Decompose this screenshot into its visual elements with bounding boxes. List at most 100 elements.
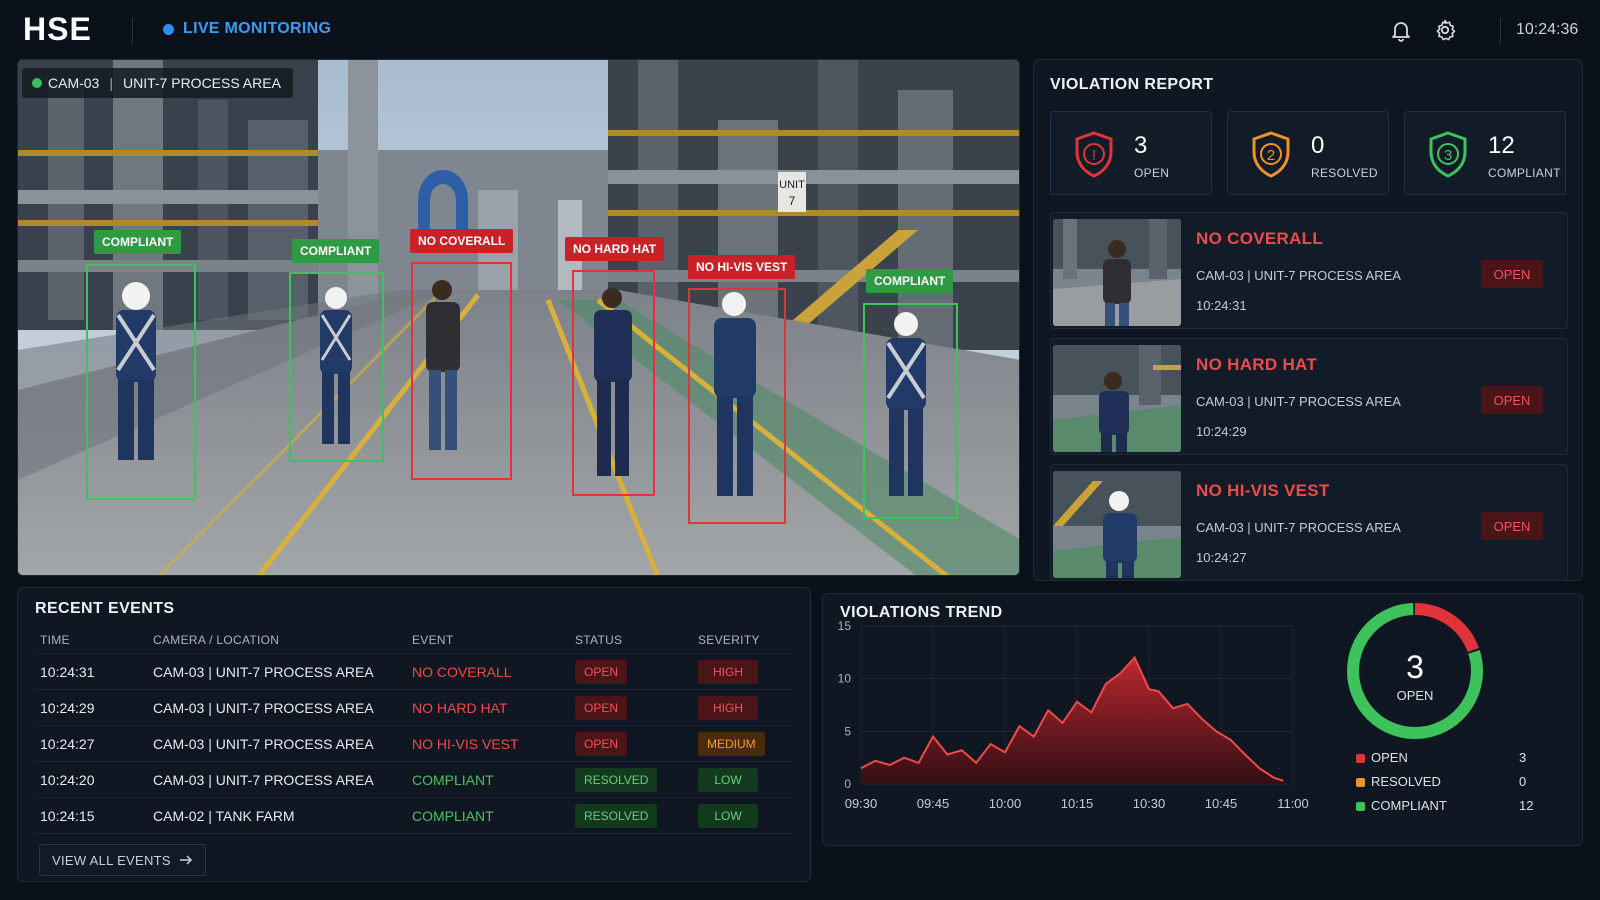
camera-online-dot-icon bbox=[32, 78, 42, 88]
x-tick-label: 10:30 bbox=[1133, 796, 1166, 811]
column-header: TIME bbox=[40, 632, 70, 647]
status-badge[interactable]: OPEN bbox=[1481, 386, 1543, 414]
table-row[interactable]: 10:24:20 CAM-03 | UNIT-7 PROCESS AREA CO… bbox=[35, 762, 795, 798]
violation-item[interactable]: NO HI-VIS VEST CAM-03 | UNIT-7 PROCESS A… bbox=[1050, 464, 1568, 581]
detection-box-no-hard-hat[interactable] bbox=[572, 270, 655, 496]
shield-resolved-icon: 2 bbox=[1252, 131, 1290, 178]
table-row[interactable]: 10:24:27 CAM-03 | UNIT-7 PROCESS AREA NO… bbox=[35, 726, 795, 762]
shield-compliant-icon: 3 bbox=[1429, 131, 1467, 178]
violation-location: CAM-03 | UNIT-7 PROCESS AREA bbox=[1196, 268, 1401, 283]
status-badge: OPEN bbox=[575, 695, 628, 720]
x-tick-label: 10:15 bbox=[1061, 796, 1094, 811]
event-type: COMPLIANT bbox=[412, 807, 494, 824]
violation-title: NO HARD HAT bbox=[1196, 355, 1318, 374]
detection-box-compliant[interactable] bbox=[289, 272, 384, 462]
violation-item[interactable]: NO HARD HAT CAM-03 | UNIT-7 PROCESS AREA… bbox=[1050, 338, 1568, 455]
stat-value: 12 bbox=[1488, 132, 1515, 159]
violation-time: 10:24:31 bbox=[1196, 298, 1247, 313]
violation-time: 10:24:27 bbox=[1196, 550, 1247, 565]
table-row[interactable]: 10:24:31 CAM-03 | UNIT-7 PROCESS AREA NO… bbox=[35, 654, 795, 690]
top-header: HSE LIVE MONITORING 10:24:36 bbox=[0, 0, 1600, 58]
y-tick-label: 10 bbox=[838, 672, 852, 686]
legend-swatch bbox=[1356, 754, 1365, 763]
column-header: CAMERA / LOCATION bbox=[153, 632, 280, 647]
legend-swatch bbox=[1356, 778, 1365, 787]
legend-value: 3 bbox=[1519, 750, 1527, 765]
stat-compliant[interactable]: 3 12 COMPLIANT bbox=[1404, 111, 1566, 195]
bell-icon[interactable] bbox=[1389, 18, 1413, 42]
x-tick-label: 10:00 bbox=[989, 796, 1022, 811]
stat-label: COMPLIANT bbox=[1488, 166, 1561, 180]
stat-resolved[interactable]: 2 0 RESOLVED bbox=[1227, 111, 1389, 195]
detection-tag: NO HI-VIS VEST bbox=[688, 255, 796, 279]
violation-location: CAM-03 | UNIT-7 PROCESS AREA bbox=[1196, 520, 1401, 535]
status-badge[interactable]: OPEN bbox=[1481, 260, 1543, 288]
live-monitoring-indicator: LIVE MONITORING bbox=[163, 20, 331, 38]
status-badge: OPEN bbox=[575, 659, 628, 684]
violation-time: 10:24:29 bbox=[1196, 424, 1247, 439]
event-time: 10:24:20 bbox=[40, 771, 95, 788]
severity-badge: HIGH bbox=[698, 659, 758, 684]
event-type: NO HI-VIS VEST bbox=[412, 735, 519, 752]
event-time: 10:24:29 bbox=[40, 699, 95, 716]
violation-location: CAM-03 | UNIT-7 PROCESS AREA bbox=[1196, 394, 1401, 409]
stat-label: RESOLVED bbox=[1311, 166, 1378, 180]
violation-thumbnail bbox=[1053, 471, 1181, 578]
detection-box-compliant[interactable] bbox=[86, 264, 196, 500]
violation-thumbnail bbox=[1053, 219, 1181, 326]
x-tick-label: 11:00 bbox=[1277, 796, 1309, 811]
event-time: 10:24:27 bbox=[40, 735, 95, 752]
unit-sign-line2: 7 bbox=[789, 194, 796, 208]
stat-open[interactable]: ! 3 OPEN bbox=[1050, 111, 1212, 195]
status-badge: OPEN bbox=[575, 731, 628, 756]
x-tick-label: 10:45 bbox=[1205, 796, 1238, 811]
view-all-events-button[interactable]: VIEW ALL EVENTS bbox=[39, 844, 206, 876]
donut-center-value: 3 bbox=[1406, 649, 1424, 685]
event-location: CAM-02 | TANK FARM bbox=[153, 807, 295, 824]
detection-box-compliant[interactable] bbox=[863, 303, 958, 519]
violation-item[interactable]: NO COVERALL CAM-03 | UNIT-7 PROCESS AREA… bbox=[1050, 212, 1568, 329]
event-location: CAM-03 | UNIT-7 PROCESS AREA bbox=[153, 663, 374, 680]
violation-thumbnail bbox=[1053, 345, 1181, 452]
x-tick-label: 09:45 bbox=[917, 796, 950, 811]
legend-item-open: OPEN 3 bbox=[1356, 750, 1536, 768]
events-table: TIME CAMERA / LOCATION EVENT STATUS SEVE… bbox=[35, 626, 795, 834]
live-dot-icon bbox=[163, 23, 174, 35]
legend-label: RESOLVED bbox=[1371, 774, 1441, 789]
stat-value: 0 bbox=[1311, 132, 1325, 159]
detection-box-no-hi-vis[interactable] bbox=[688, 288, 786, 524]
arrow-right-icon bbox=[179, 855, 192, 865]
status-badge: RESOLVED bbox=[575, 767, 658, 792]
recent-events-panel: RECENT EVENTS TIME CAMERA / LOCATION EVE… bbox=[17, 587, 811, 882]
severity-badge: LOW bbox=[698, 767, 758, 792]
header-divider bbox=[132, 18, 133, 44]
violation-title: NO HI-VIS VEST bbox=[1196, 481, 1330, 500]
header-divider bbox=[1500, 18, 1501, 44]
event-time: 10:24:15 bbox=[40, 807, 95, 824]
detection-tag: NO COVERALL bbox=[410, 229, 514, 253]
app-logo: HSE bbox=[23, 11, 92, 47]
detection-tag: COMPLIANT bbox=[866, 269, 954, 293]
gear-icon[interactable] bbox=[1433, 18, 1457, 42]
y-tick-label: 5 bbox=[844, 724, 851, 738]
violation-report-panel: VIOLATION REPORT ! 3 OPEN 2 0 RESOLVED 3… bbox=[1033, 59, 1583, 581]
stat-icon-glyph: 2 bbox=[1267, 147, 1275, 164]
detection-box-no-coverall[interactable] bbox=[411, 262, 512, 480]
view-all-events-label: VIEW ALL EVENTS bbox=[52, 852, 171, 868]
trend-area-chart[interactable]: 0 5 10 15 09:30 09:45 10:00 10:15 10:30 10:45 11:0… bbox=[823, 618, 1323, 838]
event-type: COMPLIANT bbox=[412, 771, 494, 788]
status-badge[interactable]: OPEN bbox=[1481, 512, 1543, 540]
donut-center-label: OPEN bbox=[1397, 688, 1434, 703]
live-monitoring-label: LIVE MONITORING bbox=[183, 20, 332, 37]
table-header-row: TIME CAMERA / LOCATION EVENT STATUS SEVE… bbox=[35, 626, 795, 654]
legend-value: 0 bbox=[1519, 774, 1527, 789]
camera-label: CAM-03 | UNIT-7 PROCESS AREA bbox=[22, 68, 293, 98]
camera-area: UNIT-7 PROCESS AREA bbox=[123, 75, 281, 91]
event-location: CAM-03 | UNIT-7 PROCESS AREA bbox=[153, 771, 374, 788]
stat-label: OPEN bbox=[1134, 166, 1170, 180]
status-donut-chart[interactable]: 3 OPEN bbox=[1340, 596, 1490, 746]
camera-feed[interactable]: UNIT 7 COMPLIANT COMPLIANT NO COVERALL N… bbox=[17, 59, 1020, 576]
y-tick-label: 15 bbox=[838, 619, 852, 633]
table-row[interactable]: 10:24:15 CAM-02 | TANK FARM COMPLIANT RE… bbox=[35, 798, 795, 834]
table-row[interactable]: 10:24:29 CAM-03 | UNIT-7 PROCESS AREA NO… bbox=[35, 690, 795, 726]
